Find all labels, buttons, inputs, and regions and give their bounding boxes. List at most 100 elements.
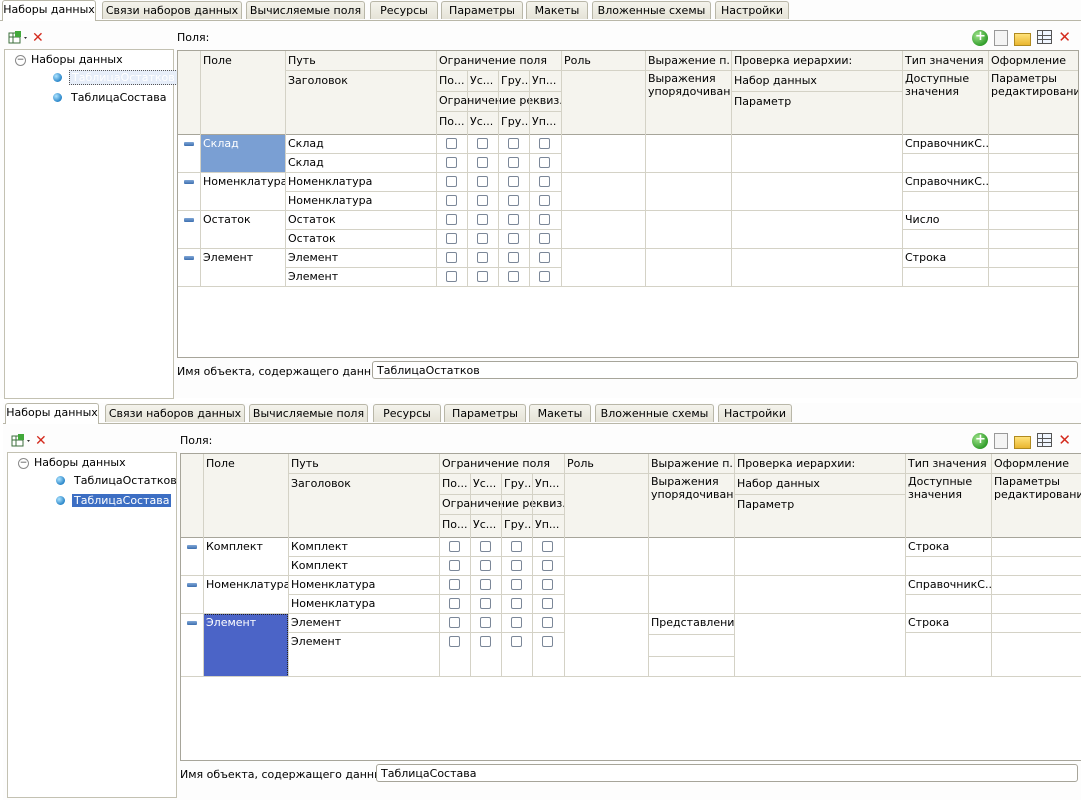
tab-settings[interactable]: Настройки bbox=[715, 1, 789, 19]
col-header-title: Заголовок bbox=[291, 477, 351, 490]
tree-item-balances[interactable]: ТаблицаОстатков bbox=[74, 473, 177, 489]
attribute-restriction-checkbox[interactable] bbox=[449, 598, 460, 609]
attribute-restriction-checkbox[interactable] bbox=[508, 195, 519, 206]
add-attribute-icon[interactable] bbox=[994, 30, 1009, 46]
tab-data-sets[interactable]: Наборы данных bbox=[2, 0, 96, 21]
attribute-restriction-checkbox[interactable] bbox=[480, 560, 491, 571]
attribute-restriction-checkbox[interactable] bbox=[542, 560, 553, 571]
attribute-restriction-checkbox[interactable] bbox=[539, 271, 550, 282]
field-restriction-checkbox[interactable] bbox=[477, 176, 488, 187]
field-restriction-checkbox[interactable] bbox=[508, 214, 519, 225]
attribute-restriction-checkbox[interactable] bbox=[539, 157, 550, 168]
divider bbox=[905, 632, 1081, 633]
add-attribute-icon[interactable] bbox=[994, 433, 1009, 449]
field-restriction-checkbox[interactable] bbox=[449, 617, 460, 628]
delete-field-icon[interactable]: ✕ bbox=[1058, 30, 1071, 46]
attribute-restriction-checkbox[interactable] bbox=[511, 598, 522, 609]
field-restriction-checkbox[interactable] bbox=[508, 138, 519, 149]
field-restriction-checkbox[interactable] bbox=[539, 214, 550, 225]
add-table-icon[interactable] bbox=[1037, 433, 1053, 447]
field-restriction-checkbox[interactable] bbox=[477, 138, 488, 149]
field-restriction-checkbox[interactable] bbox=[446, 138, 457, 149]
field-restriction-checkbox[interactable] bbox=[539, 176, 550, 187]
attribute-restriction-checkbox[interactable] bbox=[477, 195, 488, 206]
add-folder-icon[interactable] bbox=[1014, 436, 1032, 449]
attribute-restriction-checkbox[interactable] bbox=[477, 271, 488, 282]
field-restriction-checkbox[interactable] bbox=[511, 541, 522, 552]
add-field-icon[interactable] bbox=[972, 432, 989, 449]
add-folder-icon[interactable] bbox=[1014, 33, 1032, 46]
attribute-restriction-checkbox[interactable] bbox=[508, 157, 519, 168]
tab-data-set-links[interactable]: Связи наборов данных bbox=[105, 404, 245, 422]
object-name-input[interactable]: ТаблицаОстатков bbox=[372, 361, 1078, 379]
field-restriction-checkbox[interactable] bbox=[449, 579, 460, 590]
attribute-restriction-checkbox[interactable] bbox=[542, 636, 553, 647]
tab-nested-schemas[interactable]: Вложенные схемы bbox=[592, 1, 711, 19]
add-data-set-dropdown-icon[interactable] bbox=[8, 31, 27, 45]
field-restriction-checkbox[interactable] bbox=[508, 252, 519, 263]
attribute-restriction-checkbox[interactable] bbox=[477, 233, 488, 244]
tab-data-sets[interactable]: Наборы данных bbox=[5, 403, 99, 424]
delete-data-set-icon[interactable]: ✕ bbox=[32, 31, 44, 45]
object-name-input[interactable]: ТаблицаСостава bbox=[376, 764, 1078, 782]
col-header-order-expression: Выражения упорядочивани bbox=[651, 475, 734, 501]
field-restriction-checkbox[interactable] bbox=[477, 214, 488, 225]
attribute-restriction-checkbox[interactable] bbox=[539, 195, 550, 206]
attribute-restriction-checkbox[interactable] bbox=[446, 157, 457, 168]
field-restriction-checkbox[interactable] bbox=[508, 176, 519, 187]
field-restriction-checkbox[interactable] bbox=[539, 252, 550, 263]
field-restriction-checkbox[interactable] bbox=[542, 541, 553, 552]
field-restriction-checkbox[interactable] bbox=[446, 176, 457, 187]
tab-layouts[interactable]: Макеты bbox=[526, 1, 588, 19]
attribute-restriction-checkbox[interactable] bbox=[477, 157, 488, 168]
delete-field-icon[interactable]: ✕ bbox=[1058, 433, 1071, 449]
tree-root[interactable]: Наборы данных bbox=[31, 52, 123, 68]
attribute-restriction-checkbox[interactable] bbox=[511, 560, 522, 571]
attribute-restriction-checkbox[interactable] bbox=[480, 598, 491, 609]
field-restriction-checkbox[interactable] bbox=[477, 252, 488, 263]
tab-layouts[interactable]: Макеты bbox=[529, 404, 591, 422]
field-restriction-checkbox[interactable] bbox=[542, 579, 553, 590]
field-restriction-checkbox[interactable] bbox=[446, 252, 457, 263]
add-field-icon[interactable] bbox=[972, 29, 989, 46]
add-table-icon[interactable] bbox=[1037, 30, 1053, 44]
attribute-restriction-checkbox[interactable] bbox=[480, 636, 491, 647]
tab-settings[interactable]: Настройки bbox=[718, 404, 792, 422]
field-restriction-checkbox[interactable] bbox=[446, 214, 457, 225]
field-value-type-cell: Число bbox=[905, 213, 940, 226]
delete-data-set-icon[interactable]: ✕ bbox=[35, 434, 47, 448]
collapse-icon[interactable]: − bbox=[18, 458, 29, 469]
tree-item-composition[interactable]: ТаблицаСостава bbox=[72, 493, 172, 509]
tree-item-composition[interactable]: ТаблицаСостава bbox=[71, 90, 166, 106]
tab-nested-schemas[interactable]: Вложенные схемы bbox=[595, 404, 714, 422]
tree-item-balances[interactable]: ТаблицаОстатков bbox=[69, 70, 178, 86]
attribute-restriction-checkbox[interactable] bbox=[511, 636, 522, 647]
attribute-restriction-checkbox[interactable] bbox=[508, 233, 519, 244]
attribute-restriction-checkbox[interactable] bbox=[539, 233, 550, 244]
field-restriction-checkbox[interactable] bbox=[511, 579, 522, 590]
tab-parameters[interactable]: Параметры bbox=[441, 1, 523, 19]
attribute-restriction-checkbox[interactable] bbox=[446, 271, 457, 282]
attribute-restriction-checkbox[interactable] bbox=[449, 636, 460, 647]
attribute-restriction-checkbox[interactable] bbox=[542, 598, 553, 609]
attribute-restriction-checkbox[interactable] bbox=[508, 271, 519, 282]
field-restriction-checkbox[interactable] bbox=[542, 617, 553, 628]
tab-calculated-fields[interactable]: Вычисляемые поля bbox=[246, 1, 365, 19]
field-restriction-checkbox[interactable] bbox=[511, 617, 522, 628]
attribute-restriction-checkbox[interactable] bbox=[449, 560, 460, 571]
collapse-icon[interactable]: − bbox=[15, 55, 26, 66]
tab-calculated-fields[interactable]: Вычисляемые поля bbox=[249, 404, 368, 422]
field-restriction-checkbox[interactable] bbox=[480, 617, 491, 628]
attribute-restriction-checkbox[interactable] bbox=[446, 195, 457, 206]
tree-root[interactable]: Наборы данных bbox=[34, 455, 126, 471]
field-restriction-checkbox[interactable] bbox=[449, 541, 460, 552]
field-restriction-checkbox[interactable] bbox=[539, 138, 550, 149]
add-data-set-dropdown-icon[interactable] bbox=[11, 434, 30, 448]
field-restriction-checkbox[interactable] bbox=[480, 541, 491, 552]
tab-parameters[interactable]: Параметры bbox=[444, 404, 526, 422]
tab-resources[interactable]: Ресурсы bbox=[373, 404, 441, 422]
attribute-restriction-checkbox[interactable] bbox=[446, 233, 457, 244]
field-restriction-checkbox[interactable] bbox=[480, 579, 491, 590]
tab-resources[interactable]: Ресурсы bbox=[370, 1, 438, 19]
tab-data-set-links[interactable]: Связи наборов данных bbox=[102, 1, 242, 19]
